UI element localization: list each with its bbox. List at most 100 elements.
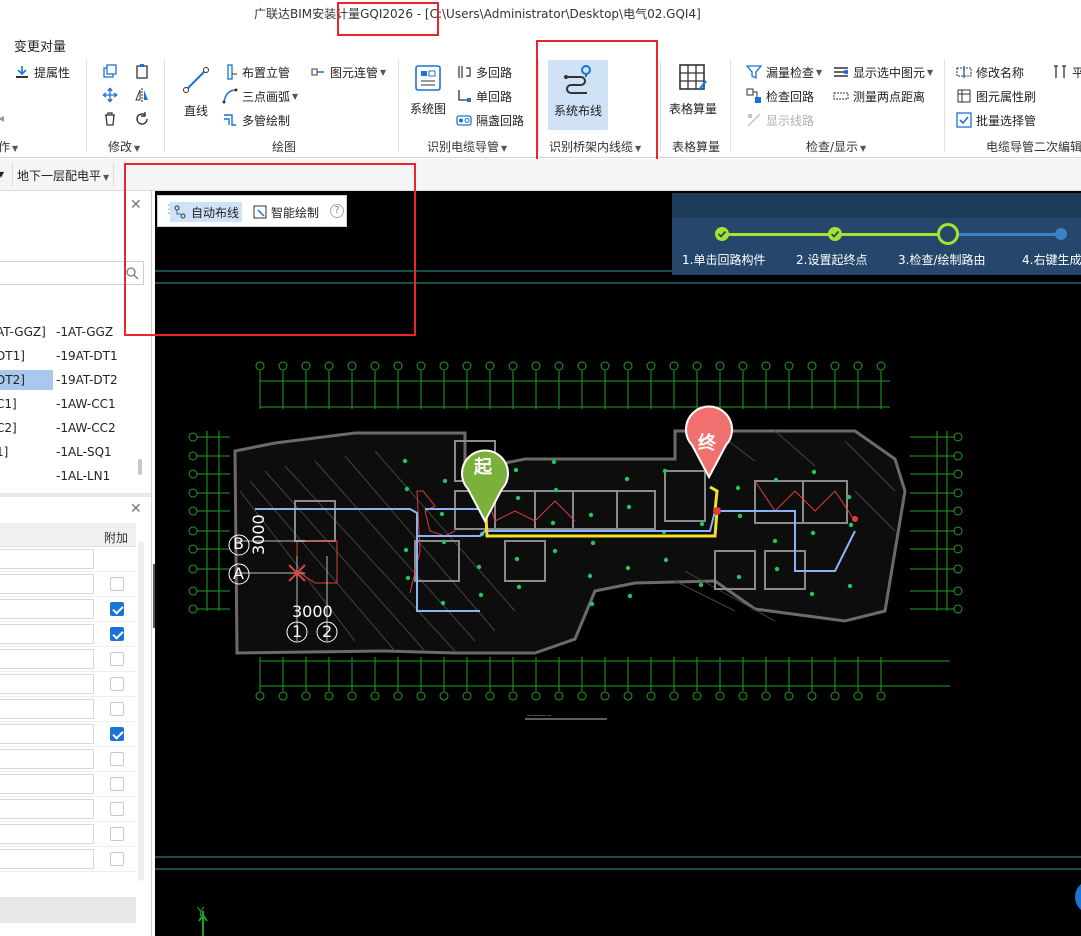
property-value-field[interactable] bbox=[0, 674, 94, 694]
separator bbox=[944, 60, 945, 152]
property-value-field[interactable] bbox=[0, 549, 94, 569]
property-value-field[interactable] bbox=[0, 599, 94, 619]
property-value-field[interactable] bbox=[0, 849, 94, 869]
check-loop-button[interactable]: 检查回路 bbox=[746, 86, 814, 106]
paste-icon[interactable] bbox=[133, 62, 151, 80]
auto-routing-button[interactable]: 自动布线 bbox=[170, 202, 243, 222]
separator bbox=[730, 60, 731, 152]
step-done-icon bbox=[828, 227, 842, 241]
property-value-field[interactable] bbox=[0, 724, 94, 744]
ruler-icon bbox=[833, 88, 849, 104]
group-label-partial: 作 ▼ bbox=[0, 140, 19, 154]
start-marker[interactable]: 起 bbox=[474, 453, 492, 479]
grid-top bbox=[255, 361, 890, 409]
property-value-field[interactable] bbox=[0, 824, 94, 844]
drawing-canvas[interactable]: —·—·—·— 起 终 B A 3000 3000 1 2 Y bbox=[155, 191, 1081, 936]
move-icon[interactable] bbox=[101, 86, 119, 104]
system-routing-button[interactable]: 系统布线 bbox=[548, 60, 608, 130]
property-value-field[interactable] bbox=[0, 574, 94, 594]
panel-divider bbox=[0, 493, 151, 497]
property-value-field[interactable] bbox=[0, 774, 94, 794]
extract-attribute-button[interactable]: 提属性 bbox=[14, 62, 70, 82]
missing-check-button[interactable]: 漏量检查 ▼ bbox=[746, 62, 822, 82]
single-loop-button[interactable]: 单回路 bbox=[456, 86, 512, 106]
property-value-field[interactable] bbox=[0, 649, 94, 669]
left-panel: ✕ AT-GGZ] -1AT-GGZ DT1] -19AT-DT1 DT2] -19AT-… bbox=[0, 191, 152, 936]
show-selected-element-button[interactable]: 显示选中图元 ▼ bbox=[833, 62, 933, 82]
dropdown-caret-left[interactable]: ▾ bbox=[0, 167, 4, 181]
close-icon[interactable]: ✕ bbox=[130, 501, 142, 517]
property-row bbox=[0, 597, 136, 622]
extra-checkbox[interactable] bbox=[110, 727, 124, 741]
system-diagram-button[interactable]: 系统图 bbox=[406, 60, 450, 117]
loop-name-truncated: C1] bbox=[0, 397, 17, 411]
line-button[interactable]: 直线 bbox=[176, 62, 216, 119]
extra-checkbox[interactable] bbox=[110, 577, 124, 591]
step-connector bbox=[948, 233, 1061, 236]
grid-left bbox=[188, 431, 230, 614]
show-line-button[interactable]: 显示线路 bbox=[746, 110, 814, 130]
property-value-field[interactable] bbox=[0, 699, 94, 719]
help-icon[interactable]: ? bbox=[330, 204, 344, 218]
separator bbox=[398, 60, 399, 152]
property-scrollbar[interactable] bbox=[138, 541, 144, 881]
menu-item-change-compare[interactable]: 变更对量 bbox=[14, 36, 66, 55]
loop-code: -19AT-DT1 bbox=[56, 349, 118, 363]
extra-checkbox[interactable] bbox=[110, 602, 124, 616]
title-bar: 广联达BIM安装计量GQI2026 - [C:\Users\Administra… bbox=[0, 0, 1081, 28]
element-connect-pipe-button[interactable]: 图元连管 ▼ bbox=[310, 62, 386, 82]
end-marker[interactable]: 终 bbox=[698, 429, 716, 455]
list-item[interactable]: AT-GGZ] -1AT-GGZ bbox=[0, 321, 146, 343]
extra-checkbox[interactable] bbox=[110, 802, 124, 816]
step-current-icon bbox=[937, 223, 959, 245]
copy-icon[interactable] bbox=[101, 62, 119, 80]
list-item[interactable]: C2] -1AW-CC2 bbox=[0, 417, 146, 439]
separator bbox=[164, 60, 165, 152]
list-scrollbar[interactable] bbox=[138, 459, 142, 475]
list-item[interactable]: 1] -1AL-SQ1 bbox=[0, 441, 146, 463]
skip-loop-button[interactable]: 隔盏回路 bbox=[456, 110, 524, 130]
loop-name-truncated: 1] bbox=[0, 445, 9, 459]
rename-button[interactable]: 修改名称 bbox=[956, 62, 1024, 82]
search-input[interactable] bbox=[0, 261, 144, 285]
extra-checkbox[interactable] bbox=[110, 852, 124, 866]
batch-select-pipe-button[interactable]: 批量选择管 bbox=[956, 110, 1036, 130]
extra-checkbox[interactable] bbox=[110, 627, 124, 641]
extra-checkbox[interactable] bbox=[110, 827, 124, 841]
property-value-field[interactable] bbox=[0, 749, 94, 769]
extra-checkbox[interactable] bbox=[110, 777, 124, 791]
separator bbox=[86, 60, 87, 152]
property-row bbox=[0, 622, 136, 647]
list-item[interactable]: DT1] -19AT-DT1 bbox=[0, 345, 146, 367]
mirror-icon[interactable] bbox=[133, 86, 151, 104]
separator bbox=[538, 60, 539, 152]
property-value-field[interactable] bbox=[0, 624, 94, 644]
list-item[interactable]: ] -1AL-LN1 bbox=[0, 465, 146, 487]
list-item[interactable]: DT2] -19AT-DT2 bbox=[0, 369, 146, 391]
list-item[interactable]: C1] -1AW-CC1 bbox=[0, 393, 146, 415]
group-label-secondary-edit: 电缆导管二次编辑 bbox=[986, 140, 1081, 154]
extra-checkbox[interactable] bbox=[110, 752, 124, 766]
rotate-icon[interactable] bbox=[133, 110, 151, 128]
attribute-brush-button[interactable]: 图元属性刷 bbox=[956, 86, 1036, 106]
grid-right bbox=[910, 431, 963, 614]
delete-icon[interactable] bbox=[101, 110, 119, 128]
multi-pipe-draw-button[interactable]: 多管绘制 bbox=[222, 110, 290, 130]
extra-checkbox[interactable] bbox=[110, 677, 124, 691]
smart-draw-button[interactable]: 智能绘制 bbox=[250, 202, 322, 222]
multi-loop-button[interactable]: 多回路 bbox=[456, 62, 512, 82]
window-title: 广联达BIM安装计量GQI2026 - [C:\Users\Administra… bbox=[254, 7, 701, 21]
property-header: 附加 bbox=[0, 523, 136, 547]
search-icon bbox=[125, 266, 139, 283]
extra-checkbox[interactable] bbox=[110, 702, 124, 716]
place-riser-button[interactable]: 布置立管 bbox=[222, 62, 290, 82]
table-quantity-button[interactable]: 表格算量 bbox=[664, 60, 722, 117]
three-point-arc-button[interactable]: 三点画弧 ▼ bbox=[222, 86, 298, 106]
property-value-field[interactable] bbox=[0, 799, 94, 819]
floor-dropdown[interactable]: 地下一层配电平 ▼ bbox=[12, 163, 115, 187]
close-icon[interactable]: ✕ bbox=[130, 197, 142, 213]
measure-distance-button[interactable]: 测量两点距离 bbox=[833, 86, 925, 106]
flat-button-partial[interactable]: 平 bbox=[1052, 62, 1081, 82]
step-label: 4.右键生成 bbox=[1022, 253, 1081, 267]
extra-checkbox[interactable] bbox=[110, 652, 124, 666]
